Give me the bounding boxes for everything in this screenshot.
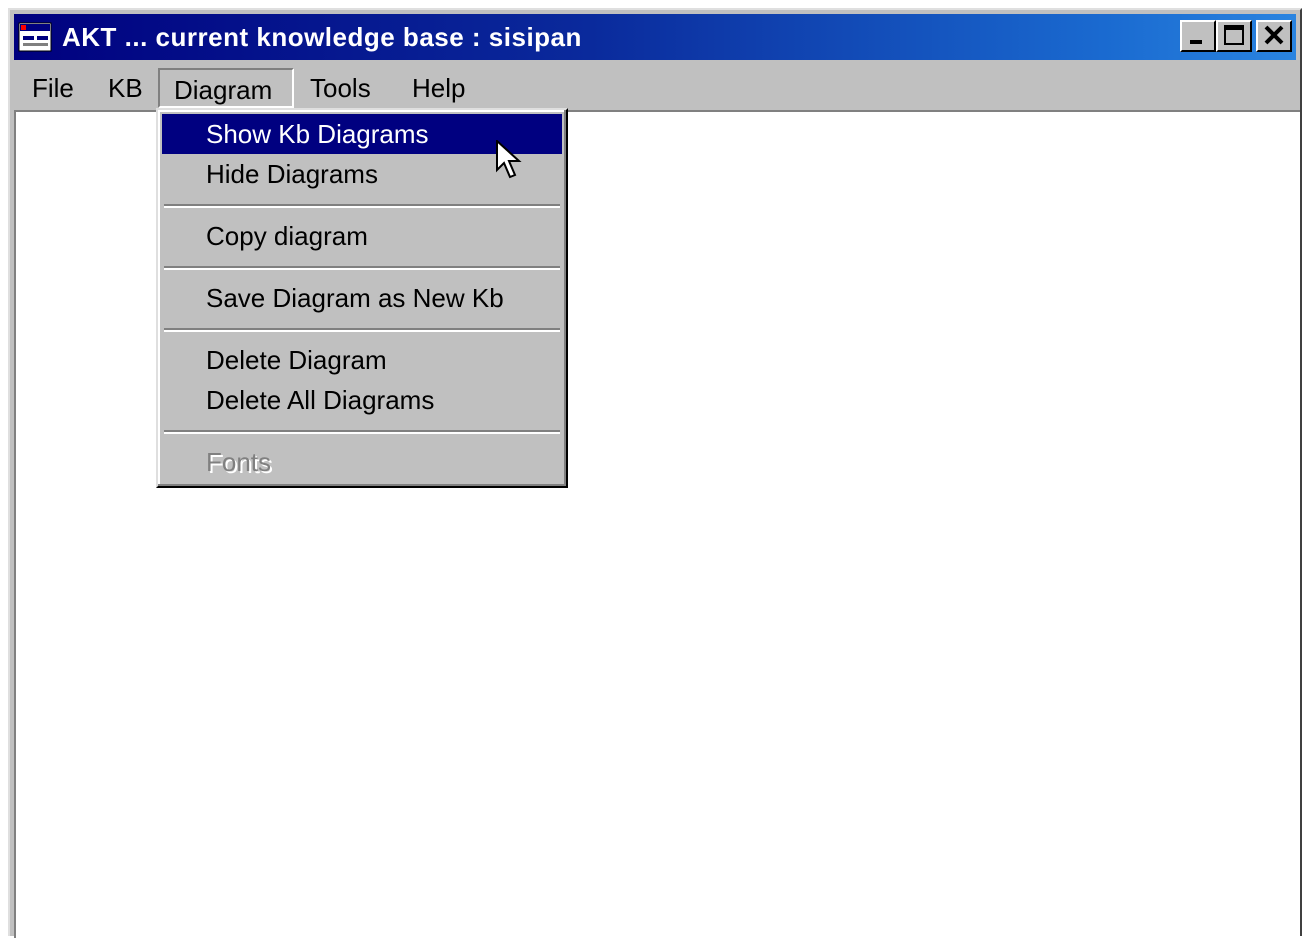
close-button[interactable] [1256, 20, 1292, 52]
menu-file[interactable]: File [32, 68, 74, 108]
menu-item-delete-all-diagrams[interactable]: Delete All Diagrams [162, 380, 562, 420]
menu-bar: File KB Diagram Tools Help [14, 64, 1296, 108]
app-window-icon[interactable] [18, 20, 52, 54]
menu-separator [164, 430, 560, 434]
menu-item-fonts: Fonts [206, 447, 272, 477]
mouse-pointer-icon [496, 140, 522, 179]
maximize-icon [1224, 25, 1244, 45]
minimize-icon [1190, 40, 1202, 44]
menu-item-copy-diagram[interactable]: Copy diagram [162, 216, 562, 256]
close-icon [1264, 25, 1284, 45]
menu-tools[interactable]: Tools [310, 68, 371, 108]
menu-separator [164, 266, 560, 270]
maximize-button[interactable] [1216, 20, 1252, 52]
menu-item-save-diagram-as-new-kb[interactable]: Save Diagram as New Kb [162, 278, 562, 318]
minimize-button[interactable] [1180, 20, 1216, 52]
title-bar[interactable]: AKT ... current knowledge base : sisipan [14, 14, 1296, 60]
menu-kb[interactable]: KB [108, 68, 143, 108]
window-title: AKT ... current knowledge base : sisipan [62, 22, 582, 52]
window-controls [1180, 20, 1292, 52]
menu-item-delete-diagram[interactable]: Delete Diagram [162, 340, 562, 380]
menu-separator [164, 204, 560, 208]
menu-separator [164, 328, 560, 332]
menu-diagram[interactable]: Diagram [158, 68, 294, 108]
menu-help[interactable]: Help [412, 68, 465, 108]
